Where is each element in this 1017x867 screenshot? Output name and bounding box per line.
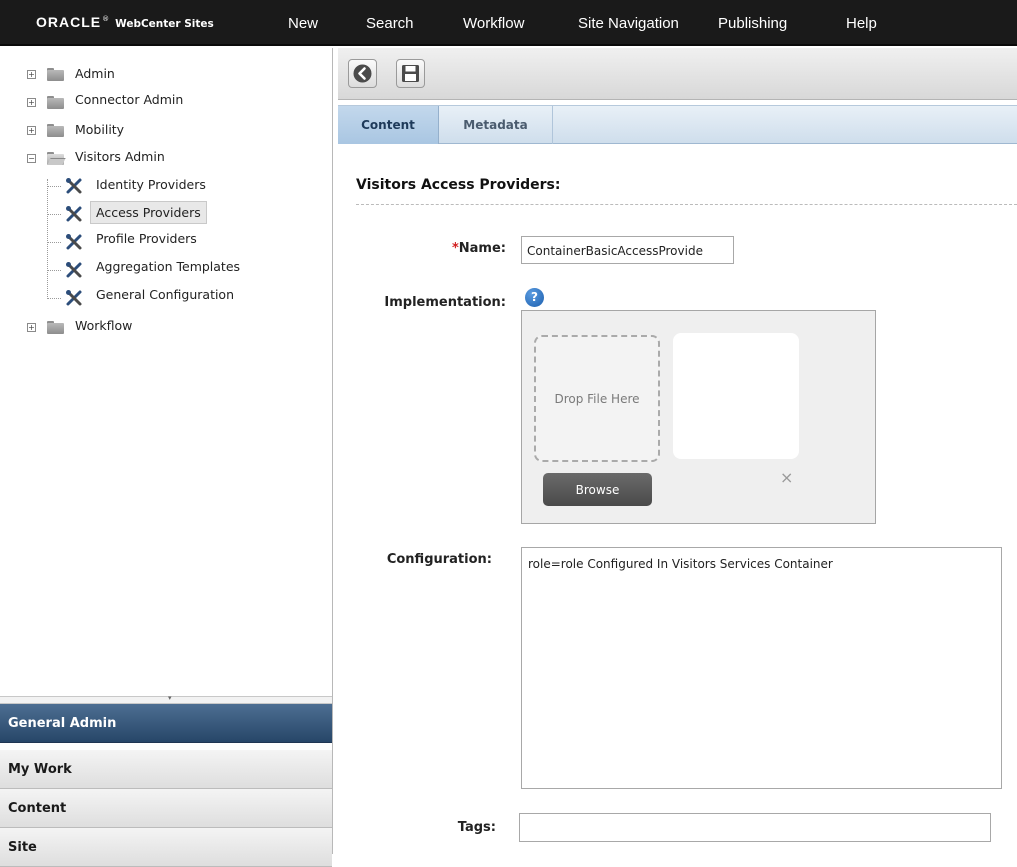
configuration-textarea[interactable]: role=role Configured In Visitors Service… [521,547,1002,789]
tree-item-general-configuration[interactable]: General Configuration [0,287,330,307]
left-panel: + Admin + Connector Admin + Mobility − V… [0,48,333,867]
menu-workflow[interactable]: Workflow [463,0,524,46]
wrench-icon [65,233,83,251]
accordion-site[interactable]: Site [0,828,332,867]
collapse-icon[interactable]: − [27,154,36,163]
browse-button[interactable]: Browse [543,473,652,506]
folder-open-icon [47,152,66,165]
expand-icon[interactable]: + [27,126,36,135]
help-icon[interactable]: ? [525,288,544,307]
section-divider [356,204,1017,205]
drop-zone[interactable]: Drop File Here [534,335,660,462]
tab-bar: Content Metadata [338,105,1017,144]
tree-item-connector-admin[interactable]: + Connector Admin [0,92,330,112]
tags-input[interactable] [519,813,991,842]
tree-item-label: Identity Providers [96,177,206,192]
tree-item-identity-providers[interactable]: Identity Providers [0,175,330,195]
page-title: Visitors Access Providers: [356,177,561,193]
tree-item-label: Connector Admin [75,92,184,107]
back-icon [353,64,372,83]
tree-item-access-providers[interactable]: Access Providers [0,203,330,223]
folder-icon [47,96,64,109]
tree-item-label: Mobility [75,122,125,137]
brand-oracle-text: ORACLE [36,14,102,30]
brand-product-name: WebCenter Sites [115,18,214,30]
tags-label: Tags: [457,820,496,835]
menu-site-navigation[interactable]: Site Navigation [578,0,679,46]
wrench-icon [65,177,83,195]
tree-item-label: Workflow [75,318,133,333]
menu-search[interactable]: Search [366,0,414,46]
file-upload-widget: Drop File Here × Browse [521,310,876,524]
wrench-icon [65,205,83,223]
accordion-my-work[interactable]: My Work [0,750,332,789]
tree-item-mobility[interactable]: + Mobility [0,120,330,140]
tab-metadata[interactable]: Metadata [439,106,553,144]
implementation-label: Implementation: [384,295,506,310]
tree-item-workflow[interactable]: + Workflow [0,317,330,337]
back-button[interactable] [348,59,377,88]
file-preview [673,333,799,459]
brand-logo: ORACLE ® WebCenter Sites [36,14,214,32]
panel-splitter[interactable]: ▾ [0,694,332,704]
expand-icon[interactable]: + [27,70,36,79]
tab-content[interactable]: Content [338,106,439,144]
name-label-text: Name: [458,241,506,256]
tree-item-admin[interactable]: + Admin [0,64,330,84]
configuration-label: Configuration: [386,552,492,567]
name-label: *Name: [418,241,506,256]
name-input[interactable]: ContainerBasicAccessProvide [521,236,734,264]
splitter-arrow-icon: ▾ [168,694,172,702]
save-button[interactable] [396,59,425,88]
save-icon [402,65,419,82]
wrench-icon [65,289,83,307]
folder-icon [47,124,64,137]
menu-publishing[interactable]: Publishing [718,0,787,46]
accordion-general-admin[interactable]: General Admin [0,704,332,743]
tree-item-label: Aggregation Templates [96,259,241,274]
menu-help[interactable]: Help [846,0,877,46]
tree-item-label: Admin [75,66,115,81]
tree-item-label: General Configuration [96,287,235,302]
folder-icon [47,68,64,81]
tree-item-aggregation-templates[interactable]: Aggregation Templates [0,259,330,279]
expand-icon[interactable]: + [27,323,36,332]
tree-item-label: Access Providers [96,205,201,220]
tree-item-profile-providers[interactable]: Profile Providers [0,231,330,251]
required-marker: * [451,241,459,256]
tree-item-visitors-admin[interactable]: − Visitors Admin [0,148,330,168]
tree-item-label: Visitors Admin [75,149,165,164]
menu-new[interactable]: New [288,0,318,46]
expand-icon[interactable]: + [27,98,36,107]
folder-icon [47,321,64,334]
remove-file-icon[interactable]: × [780,468,793,487]
accordion-content[interactable]: Content [0,789,332,828]
toolbar [338,48,1017,100]
main-panel: Content Metadata Visitors Access Provide… [338,48,1017,854]
brand-registered-mark: ® [102,15,110,23]
top-navigation-bar: ORACLE ® WebCenter Sites New Search Work… [0,0,1017,46]
wrench-icon [65,261,83,279]
tree-item-label: Profile Providers [96,231,197,246]
admin-tree: + Admin + Connector Admin + Mobility − V… [0,48,332,696]
